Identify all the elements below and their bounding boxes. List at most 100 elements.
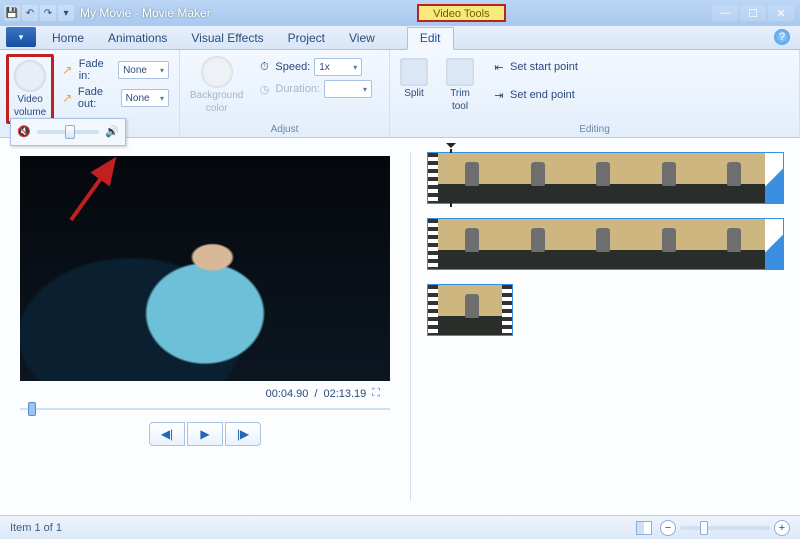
trim-tool-button[interactable]: Trim tool [442, 56, 478, 114]
zoom-slider-thumb[interactable] [700, 521, 708, 535]
split-button[interactable]: Split [396, 56, 432, 101]
qat-more-icon[interactable]: ▾ [58, 5, 74, 21]
tab-edit[interactable]: Edit [407, 27, 454, 50]
trim-icon [446, 58, 474, 86]
film-sprocket-icon [428, 285, 438, 335]
ribbon-group-adjust: Background color ⏱ Speed: 1x ◷ Duration:… [180, 50, 390, 137]
speed-label: Speed: [275, 61, 310, 73]
fade-in-value: None [123, 65, 147, 76]
speed-icon: ⏱ [257, 60, 271, 74]
split-label: Split [404, 88, 423, 99]
video-volume-button[interactable]: Video volume [10, 58, 50, 120]
set-end-label: Set end point [510, 89, 575, 101]
preview-pane: 00:04.90/02:13.19 ⛶ ◀| ▶ |▶ [0, 138, 410, 515]
film-sprocket-icon [502, 285, 512, 335]
speaker-icon[interactable]: 🔊 [105, 125, 119, 139]
video-volume-label-2: volume [14, 107, 46, 118]
timeline-clip[interactable] [427, 152, 784, 204]
trim-label-2: tool [452, 101, 468, 112]
tab-view[interactable]: View [337, 28, 387, 49]
status-bar: Item 1 of 1 − + [0, 515, 800, 539]
playback-controls: ◀| ▶ |▶ [149, 422, 261, 446]
fade-in-select[interactable]: None [118, 61, 169, 79]
help-button[interactable]: ? [774, 29, 790, 45]
group-label-editing: Editing [390, 124, 799, 135]
window-maximize-button[interactable]: ☐ [740, 5, 766, 21]
tab-project[interactable]: Project [276, 28, 337, 49]
prev-frame-button[interactable]: ◀| [149, 422, 185, 446]
contextual-tab-video-tools[interactable]: Video Tools [417, 4, 505, 22]
window-close-button[interactable]: ✕ [768, 5, 794, 21]
window-minimize-button[interactable]: — [712, 5, 738, 21]
ribbon-tabs: ▾ Home Animations Visual Effects Project… [0, 26, 800, 50]
timeline-clip[interactable] [427, 218, 784, 270]
preview-seek-bar[interactable] [20, 406, 390, 412]
total-time: 02:13.19 [323, 388, 366, 400]
zoom-slider[interactable] [680, 526, 770, 530]
fullscreen-icon[interactable]: ⛶ [372, 387, 380, 400]
paint-bucket-icon [201, 56, 233, 88]
set-start-label: Set start point [510, 61, 578, 73]
seek-track [20, 408, 390, 410]
seek-handle[interactable] [28, 402, 36, 416]
fade-out-select[interactable]: None [121, 89, 169, 107]
duration-select [324, 80, 372, 98]
qat-undo-icon[interactable]: ↶ [22, 5, 38, 21]
fade-out-value: None [126, 93, 150, 104]
next-frame-button[interactable]: |▶ [225, 422, 261, 446]
clip-thumbnails [438, 285, 502, 335]
fade-out-icon: ↗ [62, 91, 74, 105]
quick-access-toolbar: 💾 ↶ ↷ ▾ [4, 5, 74, 21]
trim-label-1: Trim [450, 88, 470, 99]
bgcolor-label-1: Background [190, 90, 243, 101]
timeline-clip[interactable] [427, 284, 513, 336]
zoom-control: − + [660, 520, 790, 536]
tab-animations[interactable]: Animations [96, 28, 179, 49]
film-sprocket-icon [428, 219, 438, 269]
end-point-icon: ⇥ [492, 88, 506, 102]
qat-redo-icon[interactable]: ↷ [40, 5, 56, 21]
fade-in-label: Fade in: [79, 58, 114, 82]
speed-value: 1x [319, 62, 330, 73]
tab-home[interactable]: Home [40, 28, 96, 49]
set-start-point-button[interactable]: ⇤ Set start point [492, 60, 578, 74]
file-menu-button[interactable]: ▾ [6, 27, 36, 47]
duration-label: Duration: [275, 83, 320, 95]
clip-end-marker [765, 219, 783, 269]
timeline-pane[interactable] [411, 138, 800, 515]
volume-slider-thumb[interactable] [65, 125, 75, 139]
background-color-button: Background color [186, 54, 247, 116]
speed-select[interactable]: 1x [314, 58, 362, 76]
set-end-point-button[interactable]: ⇥ Set end point [492, 88, 578, 102]
view-layout-button[interactable] [636, 521, 652, 535]
highlight-video-volume: Video volume [6, 54, 54, 124]
clip-thumbnails [438, 153, 765, 203]
ribbon-group-editing: Split Trim tool ⇤ Set start point ⇥ Set … [390, 50, 800, 137]
status-item-count: Item 1 of 1 [10, 522, 62, 534]
video-volume-label-1: Video [17, 94, 42, 105]
split-icon [400, 58, 428, 86]
speaker-dial-icon [14, 60, 46, 92]
fade-out-label: Fade out: [78, 86, 117, 110]
bgcolor-label-2: color [206, 103, 228, 114]
mute-icon[interactable]: 🔇 [17, 125, 31, 139]
group-label-adjust: Adjust [180, 124, 389, 135]
clip-end-marker [765, 153, 783, 203]
time-display: 00:04.90/02:13.19 ⛶ [266, 387, 380, 400]
current-time: 00:04.90 [266, 388, 309, 400]
video-volume-slider-popup: 🔇 🔊 [10, 118, 126, 146]
zoom-in-button[interactable]: + [774, 520, 790, 536]
qat-save-icon[interactable]: 💾 [4, 5, 20, 21]
duration-icon: ◷ [257, 82, 271, 96]
title-bar: 💾 ↶ ↷ ▾ My Movie - Movie Maker Video Too… [0, 0, 800, 26]
window-title: My Movie - Movie Maker [80, 6, 211, 20]
annotation-arrow [66, 155, 126, 230]
fade-in-icon: ↗ [62, 63, 74, 77]
play-button[interactable]: ▶ [187, 422, 223, 446]
film-sprocket-icon [428, 153, 438, 203]
tab-visual-effects[interactable]: Visual Effects [179, 28, 275, 49]
zoom-out-button[interactable]: − [660, 520, 676, 536]
start-point-icon: ⇤ [492, 60, 506, 74]
volume-slider[interactable] [37, 130, 99, 134]
clip-thumbnails [438, 219, 765, 269]
